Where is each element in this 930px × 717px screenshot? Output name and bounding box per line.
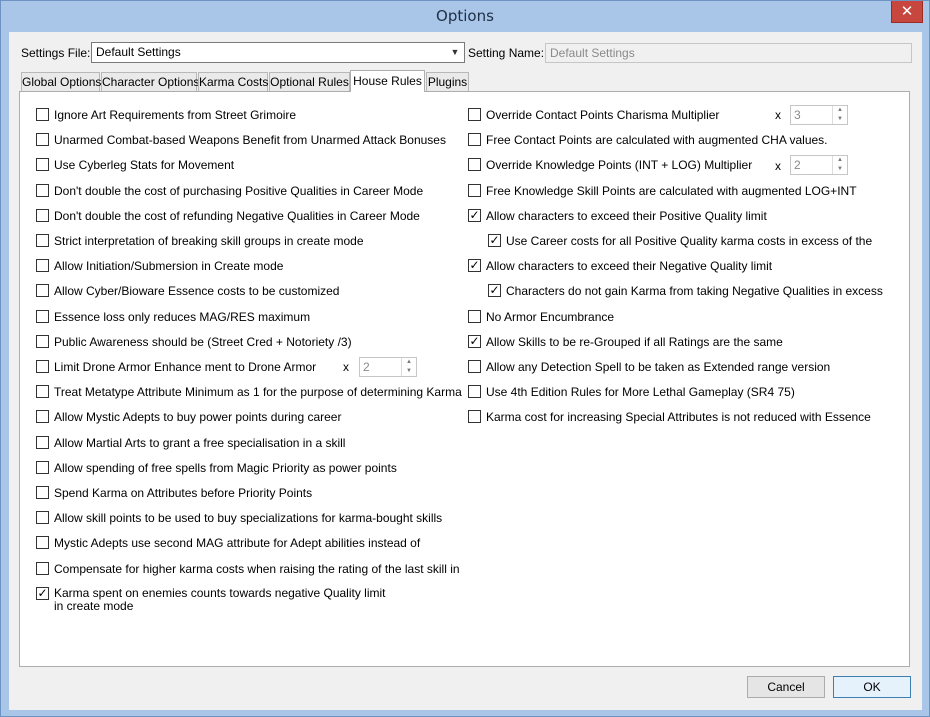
option-label: Mystic Adepts use second MAG attribute f…	[54, 536, 421, 551]
option-label: Override Contact Points Charisma Multipl…	[486, 108, 720, 122]
checkbox-icon[interactable]	[36, 486, 49, 499]
contact-multiplier-spinner[interactable]: 3 ▲ ▼	[790, 105, 848, 125]
checkbox-icon[interactable]	[468, 309, 481, 323]
setting-name-input[interactable]: Default Settings	[545, 43, 912, 63]
checkbox-icon[interactable]	[36, 511, 49, 525]
option-label: Ignore Art Requirements from Street Grim…	[54, 108, 297, 122]
option-label: Allow spending of free spells from Magic…	[54, 460, 397, 475]
close-button[interactable]: ✕	[891, 1, 923, 23]
checkbox-icon[interactable]	[468, 108, 481, 121]
tab-optional-rules[interactable]: Optional Rules	[269, 72, 350, 91]
spinner-arrows-icon[interactable]: ▲ ▼	[832, 106, 847, 124]
knowledge-multiplier-value: 2	[794, 158, 801, 172]
checkbox-icon[interactable]	[36, 435, 49, 449]
checkbox-icon[interactable]	[36, 334, 49, 348]
checkbox-checked-icon[interactable]: ✓	[468, 334, 481, 348]
option-label: Strict interpretation of breaking skill …	[54, 234, 364, 248]
knowledge-multiplier-spinner[interactable]: 2 ▲ ▼	[790, 155, 848, 175]
option-label: Limit Drone Armor Enhance ment to Drone …	[54, 360, 317, 374]
option-label: Treat Metatype Attribute Minimum as 1 fo…	[54, 385, 462, 400]
checkbox-icon[interactable]	[36, 133, 49, 147]
checkbox-checked-icon[interactable]: ✓	[488, 284, 501, 298]
house-rules-panel: Ignore Art Requirements from Street Grim…	[19, 91, 910, 667]
option-label: Use 4th Edition Rules for More Lethal Ga…	[486, 385, 795, 400]
checkbox-icon[interactable]	[468, 410, 481, 424]
option-label: Essence loss only reduces MAG/RES maximu…	[54, 309, 311, 324]
option-label: Allow any Detection Spell to be taken as…	[486, 360, 831, 374]
cancel-button[interactable]: Cancel	[747, 676, 825, 698]
option-label: Free Contact Points are calculated with …	[486, 133, 828, 148]
option-label: Free Knowledge Skill Points are calculat…	[486, 183, 857, 198]
setting-name-label: Setting Name:	[468, 46, 545, 60]
option-label: Allow characters to exceed their Negativ…	[486, 259, 773, 274]
checkbox-icon[interactable]	[36, 208, 49, 222]
option-label: Karma spent on enemies counts towards ne…	[54, 585, 386, 613]
settings-file-dropdown[interactable]: Default Settings ▼	[91, 42, 465, 63]
option-label: Allow Martial Arts to grant a free speci…	[54, 435, 346, 450]
checkbox-checked-icon[interactable]: ✓	[488, 234, 501, 247]
knowledge-multiplier-x: x	[775, 159, 781, 173]
option-label: Use Career costs for all Positive Qualit…	[506, 234, 873, 248]
tab-karma-costs[interactable]: Karma Costs	[198, 72, 268, 91]
checkbox-icon[interactable]	[36, 234, 49, 247]
settings-file-value: Default Settings	[96, 45, 181, 59]
spinner-arrows-icon[interactable]: ▲ ▼	[832, 156, 847, 174]
dialog-client: Settings File: Default Settings ▼ Settin…	[9, 32, 922, 710]
drone-armor-value: 2	[363, 360, 370, 374]
checkbox-icon[interactable]	[36, 259, 49, 273]
option-label: Don't double the cost of refunding Negat…	[54, 208, 420, 223]
checkbox-icon[interactable]	[468, 133, 481, 147]
tab-house-rules[interactable]: House Rules	[350, 70, 425, 92]
drone-armor-spinner[interactable]: 2 ▲ ▼	[359, 357, 417, 377]
window-title: Options	[436, 7, 494, 25]
tab-global-options[interactable]: Global Options	[21, 72, 101, 91]
ok-button[interactable]: OK	[833, 676, 911, 698]
chevron-down-icon: ▼	[450, 47, 460, 57]
option-label: Use Cyberleg Stats for Movement	[54, 158, 235, 173]
tab-character-options[interactable]: Character Options	[101, 72, 199, 91]
checkbox-icon[interactable]	[36, 108, 49, 121]
tab-plugins[interactable]: Plugins	[426, 72, 469, 91]
checkbox-icon[interactable]	[36, 284, 49, 298]
option-label: Allow Mystic Adepts to buy power points …	[54, 410, 342, 425]
spinner-arrows-icon[interactable]: ▲ ▼	[401, 358, 416, 376]
option-label: Override Knowledge Points (INT + LOG) Mu…	[486, 158, 753, 173]
option-label: Characters do not gain Karma from taking…	[506, 284, 883, 299]
settings-file-label: Settings File:	[21, 46, 91, 60]
checkbox-icon[interactable]	[36, 561, 49, 575]
checkbox-icon[interactable]	[36, 360, 49, 373]
checkbox-checked-icon[interactable]: ✓	[468, 259, 481, 273]
checkbox-icon[interactable]	[36, 183, 49, 197]
checkbox-icon[interactable]	[468, 360, 481, 373]
option-label: Allow Skills to be re-Grouped if all Rat…	[486, 334, 783, 349]
checkbox-icon[interactable]	[36, 460, 49, 474]
checkbox-icon[interactable]	[468, 183, 481, 197]
drone-armor-x: x	[343, 360, 349, 374]
option-label: Compensate for higher karma costs when r…	[54, 561, 460, 576]
checkbox-icon[interactable]	[468, 385, 481, 399]
checkbox-icon[interactable]	[468, 158, 481, 172]
checkbox-icon[interactable]	[36, 410, 49, 424]
checkbox-icon[interactable]	[36, 309, 49, 323]
options-window: Options ✕ Settings File: Default Setting…	[0, 0, 930, 717]
option-label: Spend Karma on Attributes before Priorit…	[54, 486, 313, 500]
option-label: Karma cost for increasing Special Attrib…	[486, 410, 871, 425]
contact-multiplier-value: 3	[794, 108, 801, 122]
option-label: Allow characters to exceed their Positiv…	[486, 208, 767, 223]
option-label: Allow Initiation/Submersion in Create mo…	[54, 259, 284, 274]
contact-multiplier-x: x	[775, 108, 781, 122]
option-label: Unarmed Combat-based Weapons Benefit fro…	[54, 133, 446, 148]
option-label: No Armor Encumbrance	[486, 309, 615, 324]
checkbox-icon[interactable]	[36, 536, 49, 550]
checkbox-icon[interactable]	[36, 158, 49, 172]
option-label: Public Awareness should be (Street Cred …	[54, 334, 352, 349]
option-label: Allow skill points to be used to buy spe…	[54, 511, 443, 526]
checkbox-icon[interactable]	[36, 385, 49, 399]
checkbox-checked-icon[interactable]: ✓	[36, 586, 49, 600]
checkbox-checked-icon[interactable]: ✓	[468, 208, 481, 222]
option-label: Allow Cyber/Bioware Essence costs to be …	[54, 284, 340, 299]
option-label: Don't double the cost of purchasing Posi…	[54, 183, 424, 198]
